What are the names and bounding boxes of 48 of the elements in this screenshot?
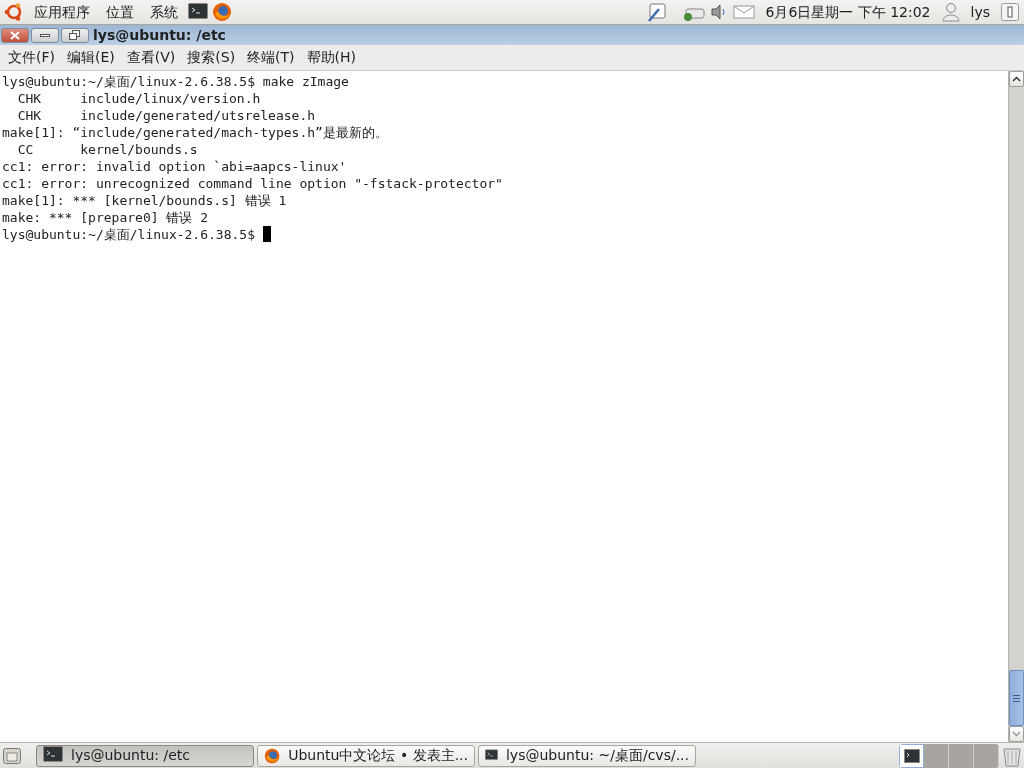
scroll-down-button[interactable] (1009, 726, 1024, 742)
terminal-icon (903, 748, 920, 763)
panel-menu[interactable]: 位置 (100, 1, 140, 23)
taskbar-button[interactable]: lys@ubuntu: ~/桌面/cvs/... (478, 744, 696, 767)
browser-launcher-icon[interactable] (212, 2, 232, 22)
user-silhouette-icon[interactable] (940, 2, 961, 22)
close-icon (9, 30, 21, 40)
workspace-tile[interactable] (899, 743, 924, 768)
menu-item[interactable]: 文件(F) (2, 47, 61, 68)
close-button[interactable] (1, 27, 29, 43)
taskbar-button[interactable]: Ubuntu中文论坛 • 发表主... (257, 744, 475, 767)
terminal-line: make[1]: *** [kernel/bounds.s] 错误 1 (2, 192, 287, 209)
grip-icon (1013, 693, 1020, 703)
terminal-line: cc1: error: invalid option `abi=aapcs-linux' (2, 158, 347, 175)
panel-menu[interactable]: 系统 (144, 1, 184, 23)
menu-item[interactable]: 查看(V) (120, 47, 182, 68)
scroll-up-button[interactable] (1009, 71, 1024, 87)
workspace-tile[interactable] (949, 743, 974, 768)
ubuntu-logo-icon[interactable] (4, 2, 24, 22)
show-desktop-icon[interactable] (2, 745, 22, 766)
panel-clock[interactable]: 6月6日星期一 下午 12:02 (759, 1, 937, 23)
pen-tool-icon[interactable] (647, 2, 668, 22)
terminal-line: make: *** [prepare0] 错误 2 (2, 209, 208, 226)
taskbar-button[interactable]: lys@ubuntu: /etc (36, 744, 254, 767)
caret-down-icon (1012, 731, 1021, 737)
terminal-line: lys@ubuntu:~/桌面/linux-2.6.38.5$ (2, 226, 256, 243)
terminal-line: cc1: error: unrecognized command line option "-fstack-protector" (2, 175, 503, 192)
scrollbar-thumb[interactable] (1009, 670, 1024, 726)
user-name[interactable]: lys (964, 1, 996, 23)
terminal-line: lys@ubuntu:~/桌面/linux-2.6.38.5$ make zImage (2, 73, 349, 90)
shutdown-icon[interactable] (1000, 2, 1020, 22)
window-title: lys@ubuntu: /etc (93, 25, 226, 45)
terminal-line: CC kernel/bounds.s (16, 141, 198, 158)
caret-up-icon (1012, 76, 1021, 82)
menu-item[interactable]: 编辑(E) (61, 47, 121, 68)
workspace-tile[interactable] (924, 743, 949, 768)
terminal-launcher-icon[interactable] (188, 3, 208, 21)
terminal-line: CHK include/generated/utsrelease.h (16, 107, 316, 124)
terminal-line: make[1]: “include/generated/mach-types.h”是最新的。 (2, 124, 388, 141)
workspace-tile[interactable] (974, 743, 999, 768)
restore-button[interactable] (61, 27, 89, 43)
restore-icon (69, 30, 81, 40)
panel-menu[interactable]: 应用程序 (28, 1, 96, 23)
menu-item[interactable]: 搜索(S) (181, 47, 242, 68)
terminal-line: CHK include/linux/version.h (16, 90, 261, 107)
minimize-button[interactable] (31, 27, 59, 43)
menu-item[interactable]: 帮助(H) (300, 47, 363, 68)
menu-item[interactable]: 终端(T) (241, 47, 301, 68)
